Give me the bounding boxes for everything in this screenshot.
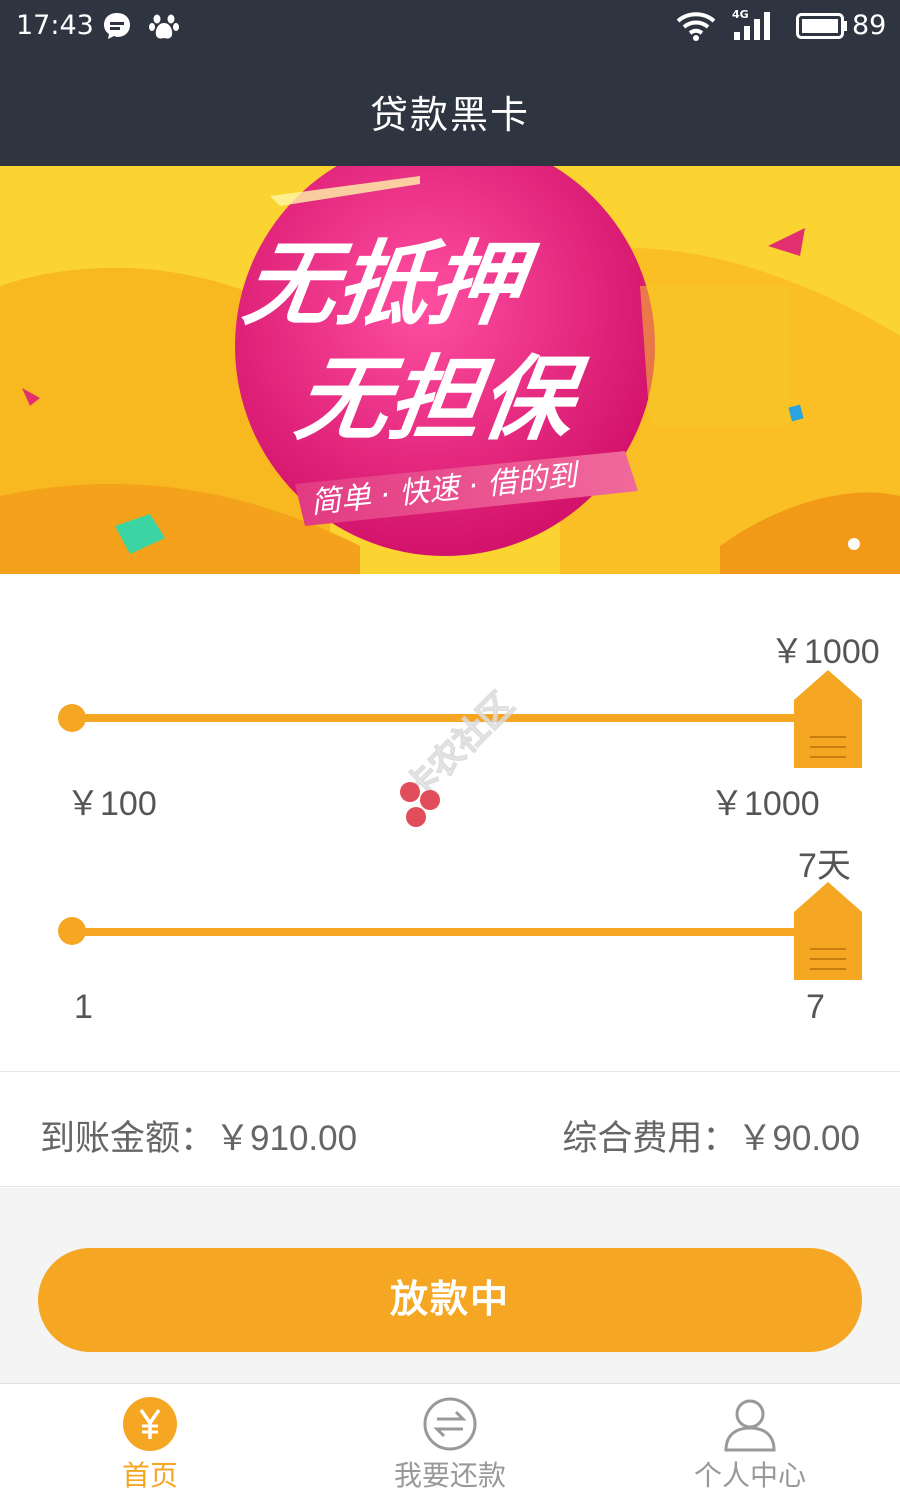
loan-status-button[interactable]: 放款中 [38, 1248, 862, 1352]
exchange-icon [423, 1397, 477, 1451]
days-max-label: 7 [806, 988, 825, 1026]
total-fee-value: ￥90.00 [737, 1119, 860, 1158]
paw-icon [149, 14, 179, 39]
tab-home[interactable]: 首页 [0, 1384, 300, 1500]
total-fee-label: 综合费用： [562, 1119, 738, 1159]
page-title: 贷款黑卡 [369, 93, 530, 137]
bottom-tab-bar: 首页 我要还款 个人中心 [0, 1383, 900, 1500]
app-header: 贷款黑卡 [0, 52, 900, 166]
battery-percent: 89 [852, 10, 887, 41]
banner-art: 无抵押 无担保 简单 · 快速 · 借的到 [0, 166, 900, 574]
amount-slider-thumb[interactable] [792, 668, 864, 772]
amount-min-label: ￥100 [66, 785, 157, 823]
tab-repay-label: 我要还款 [393, 1459, 506, 1492]
amount-current-value: ￥1000 [770, 633, 880, 671]
banner-headline-1: 无抵押 [238, 230, 543, 337]
tab-home-label: 首页 [121, 1459, 178, 1492]
tab-profile-label: 个人中心 [693, 1459, 806, 1492]
received-amount: 到账金额：￥910.00 [40, 1110, 357, 1161]
days-slider-thumb[interactable] [792, 880, 864, 984]
loan-summary: 到账金额：￥910.00 综合费用：￥90.00 [0, 1071, 900, 1187]
status-time: 17:43 [16, 10, 94, 41]
received-amount-value: ￥910.00 [215, 1119, 358, 1158]
wifi-icon [676, 12, 716, 41]
received-amount-label: 到账金额： [40, 1119, 216, 1159]
amount-slider-start [58, 704, 86, 732]
promo-banner[interactable]: 无抵押 无担保 简单 · 快速 · 借的到 [0, 166, 900, 574]
user-icon [724, 1399, 776, 1452]
watermark-logo: 卡农社区 [397, 684, 522, 827]
days-slider-track[interactable] [72, 928, 832, 936]
tab-profile[interactable]: 个人中心 [600, 1384, 900, 1500]
status-bar: 17:43 4G 89 [0, 0, 900, 52]
yen-icon [123, 1397, 177, 1451]
days-slider-start [58, 917, 86, 945]
signal-icon [734, 12, 770, 40]
banner-headline-2: 无担保 [290, 345, 593, 452]
amount-max-label: ￥1000 [710, 785, 820, 823]
tab-repay[interactable]: 我要还款 [300, 1384, 600, 1500]
days-min-label: 1 [74, 988, 93, 1026]
battery-icon [796, 13, 847, 39]
banner-indicator-dot[interactable] [848, 538, 860, 550]
total-fee: 综合费用：￥90.00 [562, 1110, 860, 1161]
action-area: 放款中 [0, 1188, 900, 1383]
message-icon [104, 13, 130, 39]
